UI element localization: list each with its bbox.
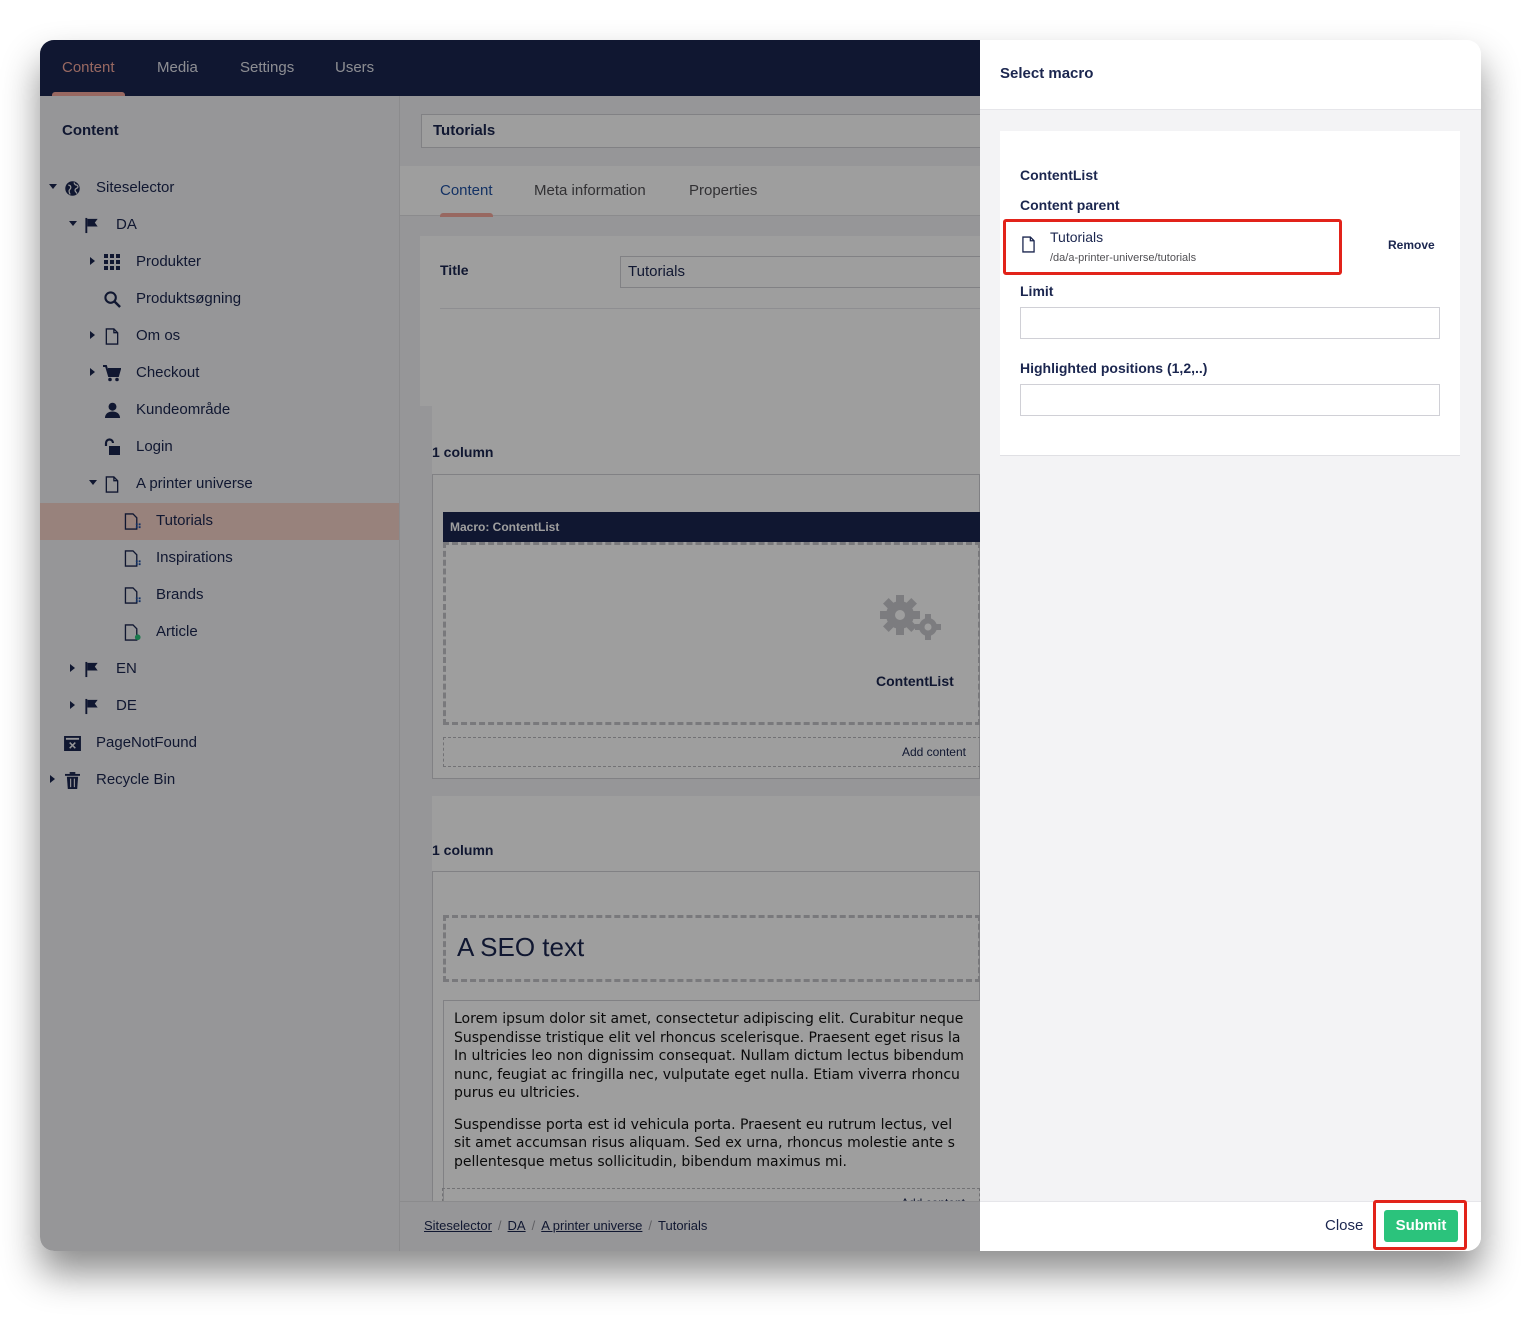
panel-title: Select macro <box>1000 65 1094 82</box>
submit-highlight: Submit <box>1373 1200 1467 1250</box>
app-window: Content Media Settings Users Content Sit… <box>40 40 1481 1251</box>
content-parent-picked-item[interactable]: Tutorials /da/a-printer-universe/tutoria… <box>1003 219 1342 275</box>
macro-parameters-card: ContentList Content parent Tutorials /da… <box>1000 131 1460 456</box>
picked-item-name: Tutorials <box>1050 229 1104 245</box>
submit-button[interactable]: Submit <box>1384 1210 1458 1242</box>
highlighted-positions-label: Highlighted positions (1,2,..) <box>1020 360 1208 376</box>
highlighted-positions-input[interactable] <box>1020 384 1440 416</box>
limit-label: Limit <box>1020 283 1054 299</box>
document-icon <box>1022 236 1035 258</box>
picked-item-path: /da/a-printer-universe/tutorials <box>1050 252 1197 264</box>
macro-title: ContentList <box>1020 167 1098 183</box>
select-macro-panel: Select macro ContentList Content parent … <box>980 40 1481 1251</box>
limit-input[interactable] <box>1020 307 1440 339</box>
modal-backdrop[interactable] <box>40 40 980 1251</box>
content-parent-label: Content parent <box>1020 197 1120 213</box>
panel-footer: Close Submit <box>980 1200 1481 1251</box>
remove-button[interactable]: Remove <box>1388 238 1435 252</box>
panel-header: Select macro <box>980 40 1481 110</box>
close-button[interactable]: Close <box>1325 1217 1363 1234</box>
